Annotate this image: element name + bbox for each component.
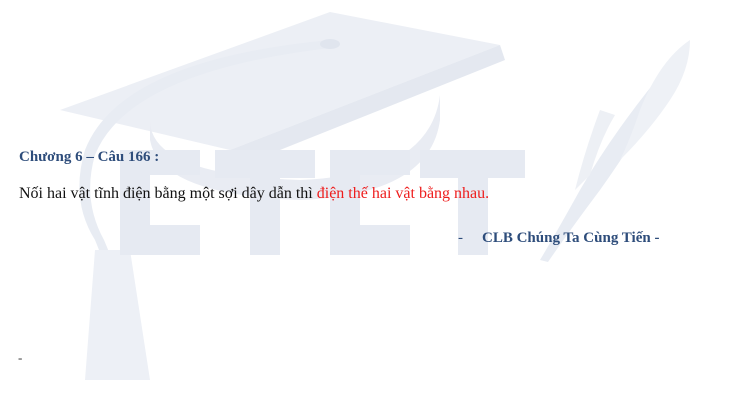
question-heading: Chương 6 – Câu 166 : bbox=[19, 149, 160, 165]
question-text: Nối hai vật tĩnh điện bằng một sợi dây d… bbox=[19, 185, 489, 203]
question-answer-highlight: điện thế hai vật bằng nhau. bbox=[316, 185, 490, 202]
trailing-dash: - bbox=[18, 350, 23, 365]
club-signature: - CLB Chúng Ta Cùng Tiến - bbox=[458, 230, 659, 247]
watermark-logo-icon bbox=[60, 12, 690, 380]
question-text-plain: Nối hai vật tĩnh điện bằng một sợi dây d… bbox=[19, 185, 317, 202]
signature-dash: - bbox=[458, 230, 463, 246]
signature-name: CLB Chúng Ta Cùng Tiến - bbox=[482, 230, 660, 246]
